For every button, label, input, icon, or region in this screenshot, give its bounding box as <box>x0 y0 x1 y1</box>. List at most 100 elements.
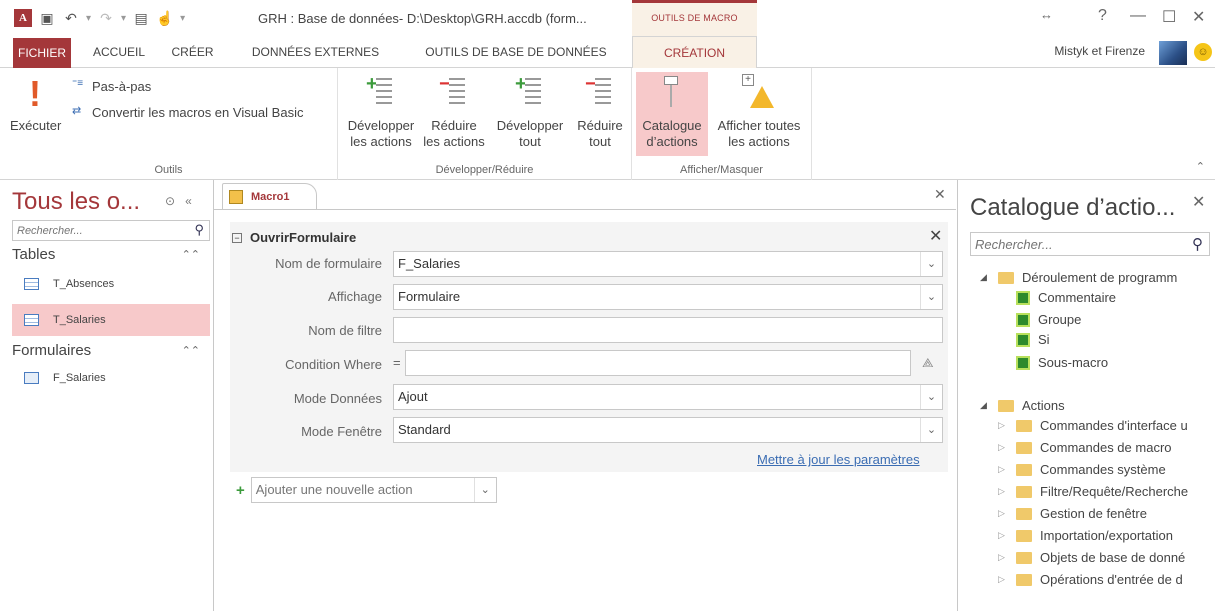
tab-file[interactable]: FICHIER <box>13 38 71 68</box>
update-parameters-link[interactable]: Mettre à jour les paramètres <box>757 452 920 467</box>
search-icon[interactable]: ⚲ <box>1192 235 1203 253</box>
ribbon: ! Exécuter ⁼≡ Pas-à-pas ⇄ Convertir les … <box>0 68 1215 180</box>
action-header[interactable]: − OuvrirFormulaire <box>232 230 356 245</box>
tree-node-filter-query-search[interactable]: ▷ Filtre/Requête/Recherche <box>998 484 1188 499</box>
tab-home[interactable]: ACCUEIL <box>84 36 154 68</box>
chevron-down-icon[interactable]: ⌄ <box>920 418 942 442</box>
restore-button[interactable]: ☐ <box>1162 7 1176 27</box>
document-tab-macro1[interactable]: Macro1 <box>222 183 317 209</box>
run-label: Exécuter <box>10 118 62 133</box>
tree-node-system-commands[interactable]: ▷ Commandes système <box>998 462 1166 477</box>
collapse-all-label-1: Réduire <box>577 118 623 133</box>
chevron-down-icon[interactable]: ▾ <box>86 13 91 24</box>
chevron-up-icon[interactable]: ⌃⌃ <box>182 248 200 261</box>
feedback-smiley-icon[interactable]: ☺ <box>1194 43 1212 61</box>
catalog-search-box[interactable]: ⚲ <box>970 232 1210 256</box>
tree-node-macro-commands[interactable]: ▷ Commandes de macro <box>998 440 1172 455</box>
delete-action-icon[interactable]: ✕ <box>929 226 942 246</box>
catalog-search-input[interactable] <box>971 233 1176 255</box>
tab-design[interactable]: CRÉATION <box>632 36 757 69</box>
tree-item-comment[interactable]: Commentaire <box>1016 290 1116 305</box>
run-icon: ! <box>29 73 41 114</box>
nav-search-input[interactable] <box>13 221 183 240</box>
expand-actions-button[interactable]: + Développer les actions <box>342 74 420 150</box>
collapsed-triangle-icon[interactable]: ▷ <box>998 442 1008 453</box>
chevron-up-icon[interactable]: ⌃⌃ <box>182 344 200 357</box>
tree-item-group[interactable]: Groupe <box>1016 312 1081 327</box>
convert-macros-button[interactable]: ⇄ Convertir les macros en Visual Basic <box>72 104 303 120</box>
add-action-combobox[interactable]: Ajouter une nouvelle action ⌄ <box>250 477 497 503</box>
data-mode-field[interactable]: Ajout ⌄ <box>393 384 943 410</box>
nav-menu-chevron-icon[interactable]: ⊙ <box>165 194 175 208</box>
tree-node-program-flow[interactable]: ◢ Déroulement de programm <box>980 270 1177 285</box>
new-document-icon[interactable]: ▤ <box>132 9 150 27</box>
minimize-button[interactable]: — <box>1130 7 1146 25</box>
filter-name-field[interactable] <box>393 317 943 343</box>
chevron-down-icon[interactable]: ⌄ <box>920 385 942 409</box>
expanded-triangle-icon[interactable]: ◢ <box>980 272 990 283</box>
chevron-down-icon[interactable]: ⌄ <box>920 285 942 309</box>
single-step-button[interactable]: ⁼≡ Pas-à-pas <box>72 78 151 94</box>
collapse-ribbon-icon[interactable]: ⌃ <box>1196 160 1205 173</box>
tree-node-import-export[interactable]: ▷ Importation/exportation <box>998 528 1173 543</box>
close-catalog-icon[interactable]: ✕ <box>1192 192 1205 212</box>
shutter-bar-icon[interactable]: « <box>185 194 192 208</box>
nav-pane-title[interactable]: Tous les o... <box>12 188 140 216</box>
ribbon-display-options-icon[interactable]: ↔ <box>1040 7 1053 22</box>
nav-section-forms[interactable]: Formulaires ⌃⌃ <box>12 342 210 364</box>
collapsed-triangle-icon[interactable]: ▷ <box>998 486 1008 497</box>
chevron-down-icon[interactable]: ⌄ <box>920 252 942 276</box>
chevron-down-icon[interactable]: ▾ <box>121 13 126 24</box>
help-button[interactable]: ? <box>1098 7 1107 25</box>
nav-item-t-absences[interactable]: T_Absences <box>12 268 210 300</box>
expression-builder-icon[interactable]: ⟁ <box>922 355 934 371</box>
tree-node-database-objects[interactable]: ▷ Objets de base de donné <box>998 550 1185 565</box>
collapsed-triangle-icon[interactable]: ▷ <box>998 530 1008 541</box>
tab-create[interactable]: CRÉER <box>165 36 220 68</box>
collapse-actions-button[interactable]: − Réduire les actions <box>420 74 488 150</box>
touch-mode-icon[interactable]: ☝ <box>156 9 174 27</box>
save-icon[interactable]: ▣ <box>38 9 56 27</box>
avatar[interactable] <box>1159 41 1187 65</box>
collapsed-triangle-icon[interactable]: ▷ <box>998 420 1008 431</box>
run-button[interactable]: ! Exécuter <box>10 73 62 134</box>
collapse-actions-label-2: les actions <box>423 134 485 149</box>
view-field[interactable]: Formulaire ⌄ <box>393 284 943 310</box>
show-all-actions-button[interactable]: + Afficher toutes les actions <box>710 74 808 150</box>
window-mode-field[interactable]: Standard ⌄ <box>393 417 943 443</box>
action-catalog-button[interactable]: Catalogue d’actions <box>636 72 708 156</box>
close-window-button[interactable]: ✕ <box>1192 7 1205 27</box>
form-name-field[interactable]: F_Salaries ⌄ <box>393 251 943 277</box>
expanded-triangle-icon[interactable]: ◢ <box>980 400 990 411</box>
tree-node-ui-commands[interactable]: ▷ Commandes d'interface u <box>998 418 1188 433</box>
search-icon[interactable]: ⚲ <box>194 222 204 238</box>
collapse-all-button[interactable]: − Réduire tout <box>572 74 628 150</box>
redo-icon[interactable]: ↷ <box>97 9 115 27</box>
nav-item-f-salaries[interactable]: F_Salaries <box>12 362 210 394</box>
tree-node-window-management[interactable]: ▷ Gestion de fenêtre <box>998 506 1147 521</box>
tree-item-label: Commentaire <box>1038 290 1117 305</box>
add-new-action: + Ajouter une nouvelle action ⌄ <box>236 477 497 503</box>
close-document-icon[interactable]: ✕ <box>934 186 946 203</box>
chevron-down-icon[interactable]: ⌄ <box>473 478 496 502</box>
tab-database-tools[interactable]: OUTILS DE BASE DE DONNÉES <box>405 36 627 68</box>
nav-item-t-salaries[interactable]: T_Salaries <box>12 304 210 336</box>
tree-item-submacro[interactable]: Sous-macro <box>1016 355 1108 370</box>
nav-section-tables[interactable]: Tables ⌃⌃ <box>12 246 210 268</box>
undo-icon[interactable]: ↶ <box>62 9 80 27</box>
collapsed-triangle-icon[interactable]: ▷ <box>998 508 1008 519</box>
collapsed-triangle-icon[interactable]: ▷ <box>998 552 1008 563</box>
nav-search-box[interactable]: ⚲ <box>12 220 210 241</box>
account-name[interactable]: Mistyk et Firenze <box>1054 44 1145 58</box>
tree-node-data-entry-operations[interactable]: ▷ Opérations d'entrée de d <box>998 572 1183 587</box>
collapsed-triangle-icon[interactable]: ▷ <box>998 574 1008 585</box>
collapse-action-icon[interactable]: − <box>232 232 242 243</box>
tab-external-data[interactable]: DONNÉES EXTERNES <box>238 36 393 68</box>
customize-qat-icon[interactable]: ▾ <box>180 13 185 24</box>
where-condition-field[interactable] <box>405 350 911 376</box>
collapsed-triangle-icon[interactable]: ▷ <box>998 464 1008 475</box>
tree-item-if[interactable]: Si <box>1016 332 1050 347</box>
access-logo-icon[interactable]: A <box>14 9 32 27</box>
tree-node-actions[interactable]: ◢ Actions <box>980 398 1065 413</box>
expand-all-button[interactable]: + Développer tout <box>490 74 570 150</box>
